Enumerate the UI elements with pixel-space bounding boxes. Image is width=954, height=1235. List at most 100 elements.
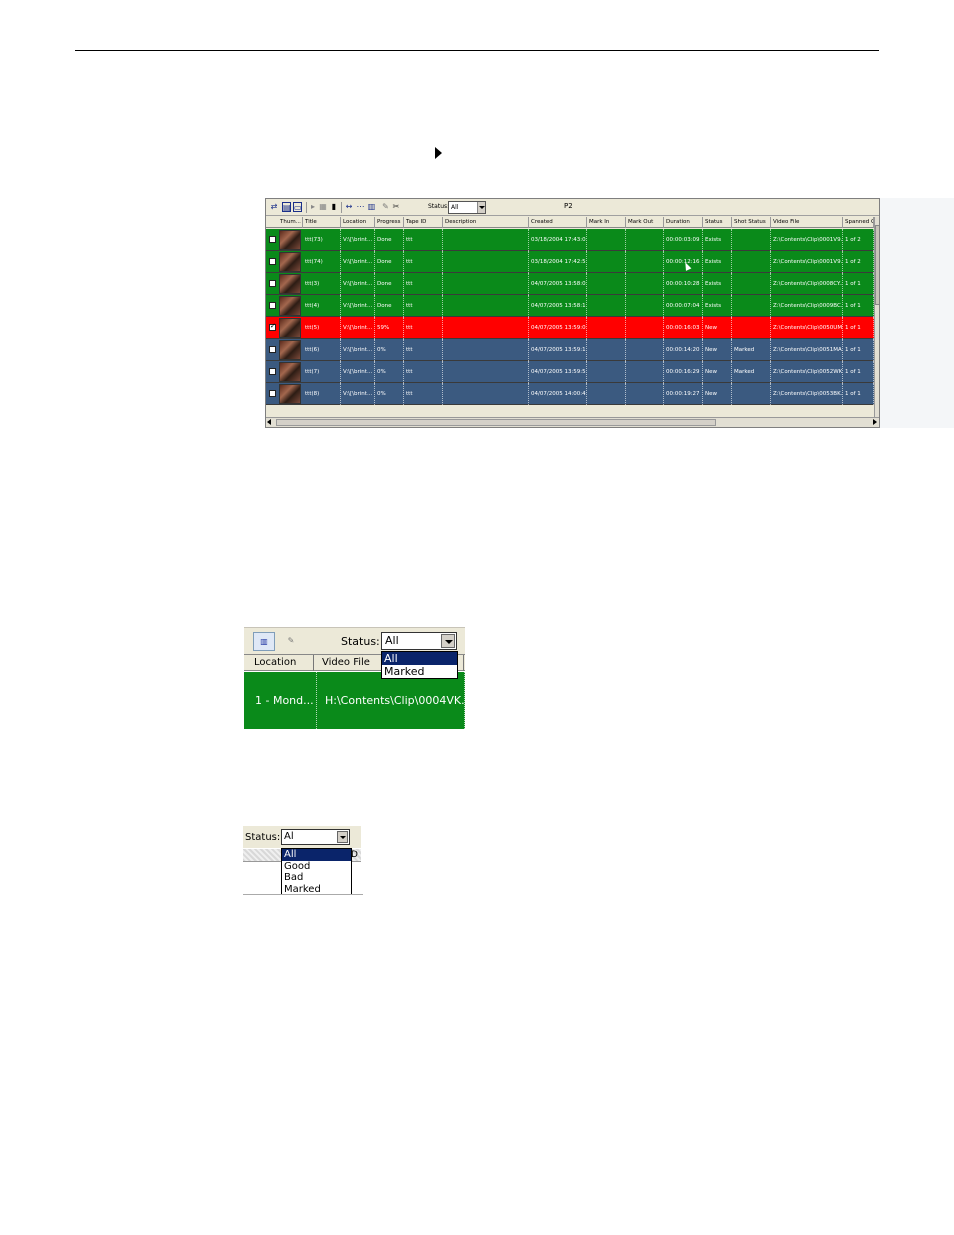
scissors-icon[interactable]: ✂ <box>392 202 400 212</box>
clip-thumbnail <box>279 362 301 382</box>
table-row[interactable]: ttt(7) V:\[\brint... 0% ttt 04/07/2005 13:59… <box>266 361 874 383</box>
table-cell <box>443 229 529 251</box>
play-icon[interactable]: ▸ <box>310 202 316 212</box>
copy-icon[interactable]: ▦ <box>319 202 327 212</box>
horizontal-scrollbar[interactable] <box>266 417 879 427</box>
row-checkbox[interactable] <box>269 258 276 265</box>
cell-title: ttt(4) <box>303 295 341 317</box>
cell-tape: ttt <box>404 229 443 251</box>
filter-icon[interactable]: ▥ <box>253 632 275 651</box>
status-dropdown[interactable]: All <box>381 632 457 650</box>
table-cell <box>626 383 664 405</box>
cell-tape: ttt <box>404 317 443 339</box>
vertical-scrollbar-thumb[interactable] <box>875 225 879 305</box>
cell-shot <box>732 295 771 317</box>
vertical-scrollbar[interactable] <box>874 217 879 417</box>
status-option-bad[interactable]: Bad <box>282 872 351 884</box>
cell-spanned: 1 of 2 <box>843 251 874 273</box>
column-header[interactable]: Title <box>303 217 341 228</box>
clip-thumbnail <box>279 274 301 294</box>
column-header-fragment: D <box>351 850 358 860</box>
column-header[interactable]: Tape ID <box>404 217 443 228</box>
scroll-right-icon[interactable] <box>873 419 877 425</box>
cell-status: Exists <box>703 251 732 273</box>
cell-location: V:\[\brint... <box>341 317 375 339</box>
clip-thumbnail <box>279 252 301 272</box>
table-cell <box>587 251 626 273</box>
status-option-all[interactable]: All <box>382 652 457 665</box>
column-header[interactable]: Duration <box>664 217 703 228</box>
cell-video: Z:\Contents\Clip\0009BC... <box>771 295 843 317</box>
row-checkbox[interactable] <box>269 322 276 331</box>
column-header[interactable]: Description <box>443 217 529 228</box>
toolbar-separator <box>306 202 307 213</box>
dropdown-arrow-icon[interactable] <box>477 202 485 213</box>
cell-tape: ttt <box>404 383 443 405</box>
column-header[interactable]: Created <box>529 217 587 228</box>
cell-location: V:\[\brint... <box>341 361 375 383</box>
cell-video: Z:\Contents\Clip\0051MA... <box>771 339 843 361</box>
column-header[interactable]: Progress <box>375 217 404 228</box>
small-toolbar: Status: Al <box>243 826 361 848</box>
column-header[interactable]: Spanned Cl <box>843 217 874 228</box>
table-cell <box>443 251 529 273</box>
row-checkbox[interactable] <box>269 390 276 397</box>
table-row[interactable]: 1 - Mond... H:\Contents\Clip\0004VK.... <box>244 672 465 729</box>
table-row[interactable]: ttt(5)V:\[\brint...59%ttt 04/07/2005 13:5… <box>266 317 874 339</box>
thumbnail-view-icon[interactable]: ▭ <box>293 202 302 212</box>
clip-thumbnail <box>279 230 301 250</box>
refresh-icon[interactable]: ⇄ <box>270 202 278 212</box>
column-header[interactable]: Shot Status <box>732 217 771 228</box>
row-checkbox[interactable] <box>269 280 276 287</box>
cell-status: New <box>703 361 732 383</box>
stop-icon[interactable]: ▮ <box>331 202 337 212</box>
row-checkbox[interactable] <box>269 236 276 243</box>
collapse-icon[interactable]: ↔ <box>345 202 353 212</box>
cell-spanned: 1 of 1 <box>843 383 874 405</box>
status-dropdown[interactable]: All <box>448 201 486 214</box>
small-status-filter: Status: Al D All Good Bad Marked <box>243 826 363 896</box>
table-row[interactable]: ttt(4) V:\[\brint... Done ttt 04/07/2005 13:… <box>266 295 874 317</box>
cell-created: 03/18/2004 17:43:02 <box>529 229 587 251</box>
edit-icon[interactable]: ✎ <box>280 632 302 651</box>
dropdown-arrow-icon[interactable] <box>337 831 348 843</box>
column-header[interactable]: Video File <box>771 217 843 228</box>
table-row[interactable]: ttt(8) V:\[\brint... 0% ttt 04/07/2005 14:00… <box>266 383 874 405</box>
edit-icon[interactable]: ✎ <box>381 202 390 212</box>
expand-icon[interactable]: ⋯ <box>356 202 365 212</box>
column-header[interactable]: Mark In <box>587 217 626 228</box>
table-cell <box>587 273 626 295</box>
row-checkbox[interactable] <box>269 368 276 375</box>
cell-spanned: 1 of 1 <box>843 273 874 295</box>
cell-created: 04/07/2005 13:58:05 <box>529 273 587 295</box>
dropdown-arrow-icon[interactable] <box>441 634 455 648</box>
status-dropdown[interactable]: Al <box>281 829 350 845</box>
column-header[interactable]: Location <box>341 217 375 228</box>
table-row[interactable]: ttt(6) V:\[\brint... 0% ttt 04/07/2005 13:59… <box>266 339 874 361</box>
column-header[interactable]: Thum... <box>278 217 303 228</box>
table-row[interactable]: ttt(73) V:\[\brint... Done ttt 03/18/2004 17… <box>266 229 874 251</box>
status-option-marked[interactable]: Marked <box>382 665 457 678</box>
cell-created: 04/07/2005 13:58:17 <box>529 295 587 317</box>
filter-icon[interactable]: ▥ <box>367 202 376 212</box>
column-header-location[interactable]: Location <box>246 655 314 671</box>
column-header[interactable]: Status <box>703 217 732 228</box>
cell-tape: ttt <box>404 251 443 273</box>
scroll-left-icon[interactable] <box>267 419 271 425</box>
table-row[interactable]: ttt(3) V:\[\brint... Done ttt 04/07/2005 13:… <box>266 273 874 295</box>
grid-view-icon[interactable]: ▤ <box>282 202 291 212</box>
status-option-all[interactable]: All <box>282 849 351 861</box>
cell-created: 04/07/2005 14:00:45 <box>529 383 587 405</box>
cell-video: Z:\Contents\Clip\0052WK... <box>771 361 843 383</box>
cell-created: 04/07/2005 13:59:52 <box>529 361 587 383</box>
row-checkbox[interactable] <box>269 302 276 309</box>
table-row[interactable]: ttt(74) V:\[\brint... Done ttt 03/18/2004 17… <box>266 251 874 273</box>
cell-title: ttt(8) <box>303 383 341 405</box>
status-option-good[interactable]: Good <box>282 861 351 873</box>
horizontal-scrollbar-thumb[interactable] <box>276 419 716 426</box>
cell-video-file: H:\Contents\Clip\0004VK.... <box>317 672 465 729</box>
clip-thumbnail <box>279 318 301 338</box>
cell-created: 04/07/2005 13:59:19 <box>529 339 587 361</box>
column-header[interactable]: Mark Out <box>626 217 664 228</box>
row-checkbox[interactable] <box>269 346 276 353</box>
